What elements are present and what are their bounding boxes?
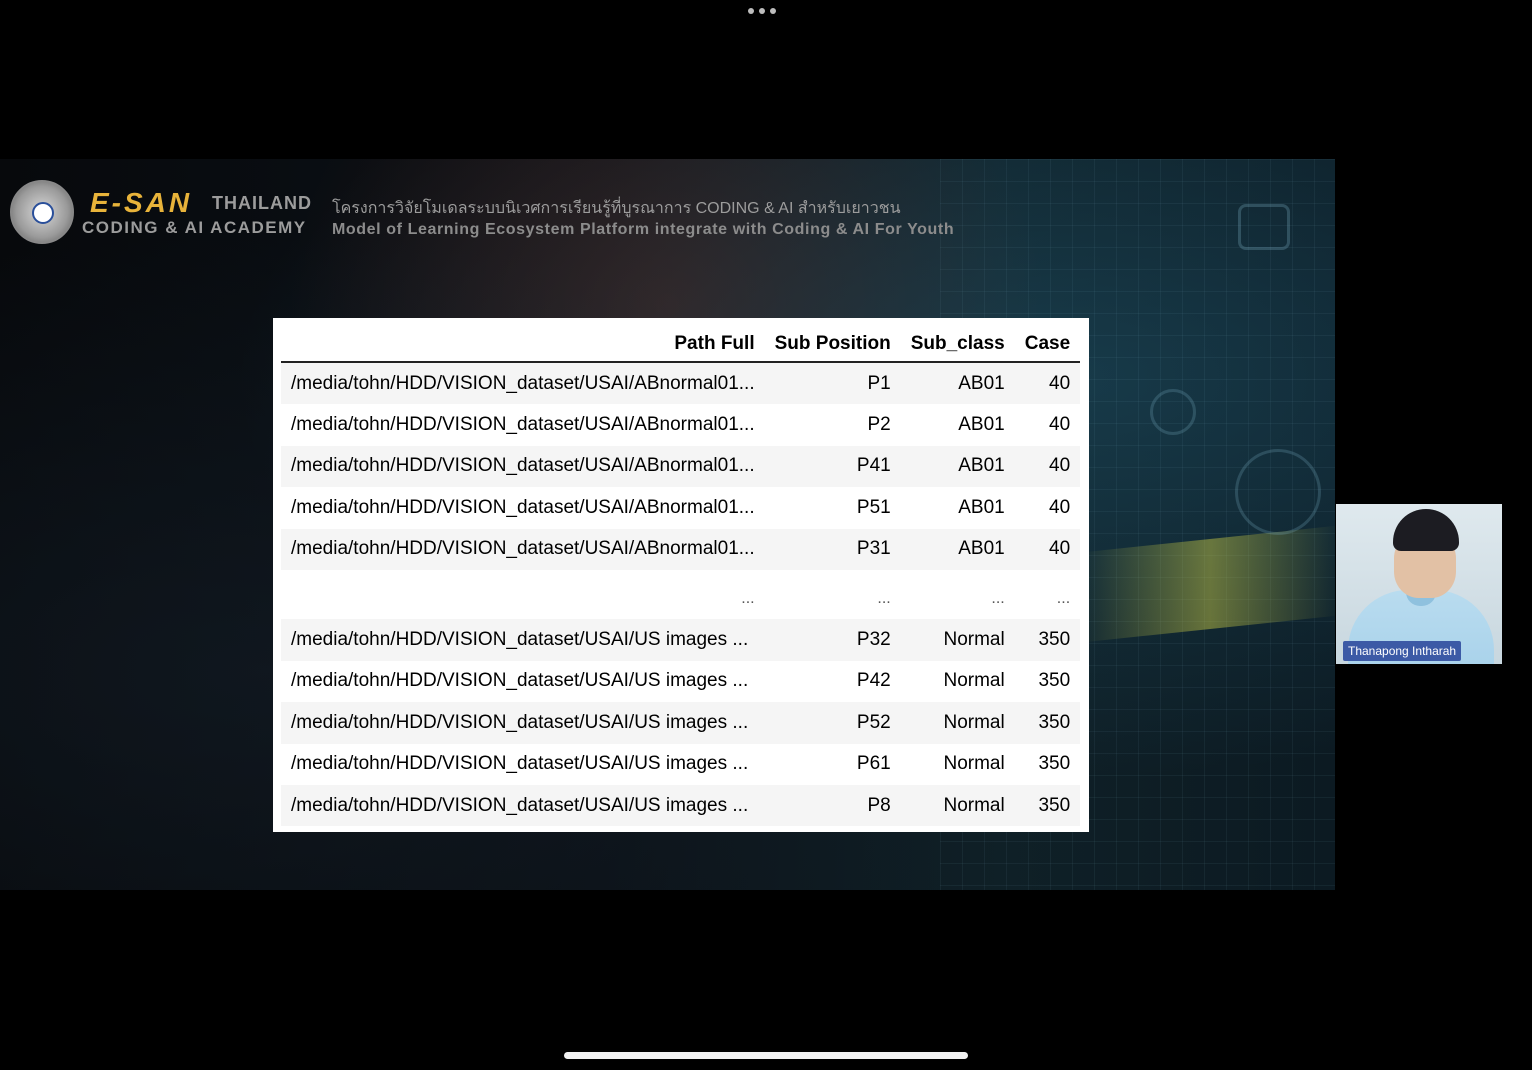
ring-decoration-icon <box>1235 449 1321 535</box>
cell-path-full: /media/tohn/HDD/VISION_dataset/USAI/US i… <box>281 619 765 661</box>
logo-brand: E-SAN <box>90 187 193 218</box>
table-row: /media/tohn/HDD/VISION_dataset/USAI/ABno… <box>281 487 1081 529</box>
slide-header-english: Model of Learning Ecosystem Platform int… <box>332 221 955 238</box>
cell-case: 40 <box>1014 487 1081 529</box>
table-ellipsis-row: ............ <box>281 569 1081 620</box>
participant-video-tile[interactable]: Thanapong Intharah <box>1336 504 1502 664</box>
hexagon-decoration-icon <box>1238 204 1290 250</box>
home-indicator-bar[interactable] <box>564 1052 968 1059</box>
cell-sub-position: P8 <box>764 784 901 827</box>
cell-sub-position: P61 <box>764 743 901 785</box>
table-row: /media/tohn/HDD/VISION_dataset/USAI/US i… <box>281 660 1081 703</box>
cell-path-full: /media/tohn/HDD/VISION_dataset/USAI/US i… <box>281 743 765 785</box>
cell-sub-position: P32 <box>764 619 901 661</box>
logo-brand-suffix: THAILAND <box>212 193 312 213</box>
column-header-case: Case <box>1014 326 1081 363</box>
cell-sub-position: P1 <box>764 362 901 405</box>
cell-sub-class: AB01 <box>900 445 1015 488</box>
table-row: /media/tohn/HDD/VISION_dataset/USAI/ABno… <box>281 362 1081 405</box>
column-header-path-full: Path Full <box>281 326 765 363</box>
cell-sub-class: Normal <box>900 702 1015 744</box>
table-header-row: Path Full Sub Position Sub_class Case <box>281 326 1081 363</box>
dataframe-table-card: Path Full Sub Position Sub_class Case /m… <box>273 318 1089 832</box>
cell-case: 350 <box>1014 660 1081 703</box>
cell-sub-class: Normal <box>900 743 1015 785</box>
cell-sub-class: AB01 <box>900 528 1015 570</box>
cell-sub-position: P51 <box>764 487 901 529</box>
cell-sub-class: Normal <box>900 660 1015 703</box>
cell-path-full: /media/tohn/HDD/VISION_dataset/USAI/ABno… <box>281 362 765 405</box>
ring-decoration-icon <box>1150 389 1196 435</box>
table-row: /media/tohn/HDD/VISION_dataset/USAI/ABno… <box>281 445 1081 488</box>
table-row: /media/tohn/HDD/VISION_dataset/USAI/ABno… <box>281 404 1081 446</box>
participant-name-tag: Thanapong Intharah <box>1343 641 1462 661</box>
cell-sub-class: AB01 <box>900 404 1015 446</box>
cell-sub-class: Normal <box>900 619 1015 661</box>
cell-path-full: ... <box>281 569 765 620</box>
cell-case: 40 <box>1014 362 1081 405</box>
table-row: /media/tohn/HDD/VISION_dataset/USAI/US i… <box>281 784 1081 827</box>
cell-sub-position: P41 <box>764 445 901 488</box>
cell-sub-class: Normal <box>900 784 1015 827</box>
column-header-sub-class: Sub_class <box>900 326 1015 363</box>
cell-sub-position: ... <box>764 569 901 620</box>
cell-case: 350 <box>1014 743 1081 785</box>
cell-path-full: /media/tohn/HDD/VISION_dataset/USAI/US i… <box>281 784 765 827</box>
cell-path-full: /media/tohn/HDD/VISION_dataset/USAI/US i… <box>281 702 765 744</box>
cell-sub-position: P31 <box>764 528 901 570</box>
cell-sub-class: AB01 <box>900 362 1015 405</box>
more-options-icon[interactable] <box>748 8 776 14</box>
table-row: /media/tohn/HDD/VISION_dataset/USAI/US i… <box>281 743 1081 785</box>
cell-case: 350 <box>1014 702 1081 744</box>
cell-path-full: /media/tohn/HDD/VISION_dataset/USAI/ABno… <box>281 528 765 570</box>
cell-path-full: /media/tohn/HDD/VISION_dataset/USAI/ABno… <box>281 404 765 446</box>
slide-header-thai: โครงการวิจัยโมเดลระบบนิเวศการเรียนรู้ที่… <box>332 200 901 217</box>
cell-case: 350 <box>1014 784 1081 827</box>
table-row: /media/tohn/HDD/VISION_dataset/USAI/US i… <box>281 702 1081 744</box>
logo-brand-sub: CODING & AI ACADEMY <box>82 218 307 237</box>
cell-path-full: /media/tohn/HDD/VISION_dataset/USAI/US i… <box>281 660 765 703</box>
participant-hair <box>1393 509 1459 551</box>
dataframe-table: Path Full Sub Position Sub_class Case /m… <box>281 326 1081 827</box>
table-row: /media/tohn/HDD/VISION_dataset/USAI/US i… <box>281 619 1081 661</box>
cell-case: 40 <box>1014 445 1081 488</box>
cell-sub-position: P52 <box>764 702 901 744</box>
cell-case: 40 <box>1014 404 1081 446</box>
cell-sub-class: ... <box>900 569 1015 620</box>
cell-sub-class: AB01 <box>900 487 1015 529</box>
cell-path-full: /media/tohn/HDD/VISION_dataset/USAI/ABno… <box>281 445 765 488</box>
table-row: /media/tohn/HDD/VISION_dataset/USAI/ABno… <box>281 528 1081 570</box>
cell-case: ... <box>1014 569 1081 620</box>
cell-sub-position: P42 <box>764 660 901 703</box>
cell-path-full: /media/tohn/HDD/VISION_dataset/USAI/ABno… <box>281 487 765 529</box>
cell-sub-position: P2 <box>764 404 901 446</box>
academy-seal-logo <box>10 180 74 244</box>
cell-case: 40 <box>1014 528 1081 570</box>
cell-case: 350 <box>1014 619 1081 661</box>
column-header-sub-position: Sub Position <box>764 326 901 363</box>
